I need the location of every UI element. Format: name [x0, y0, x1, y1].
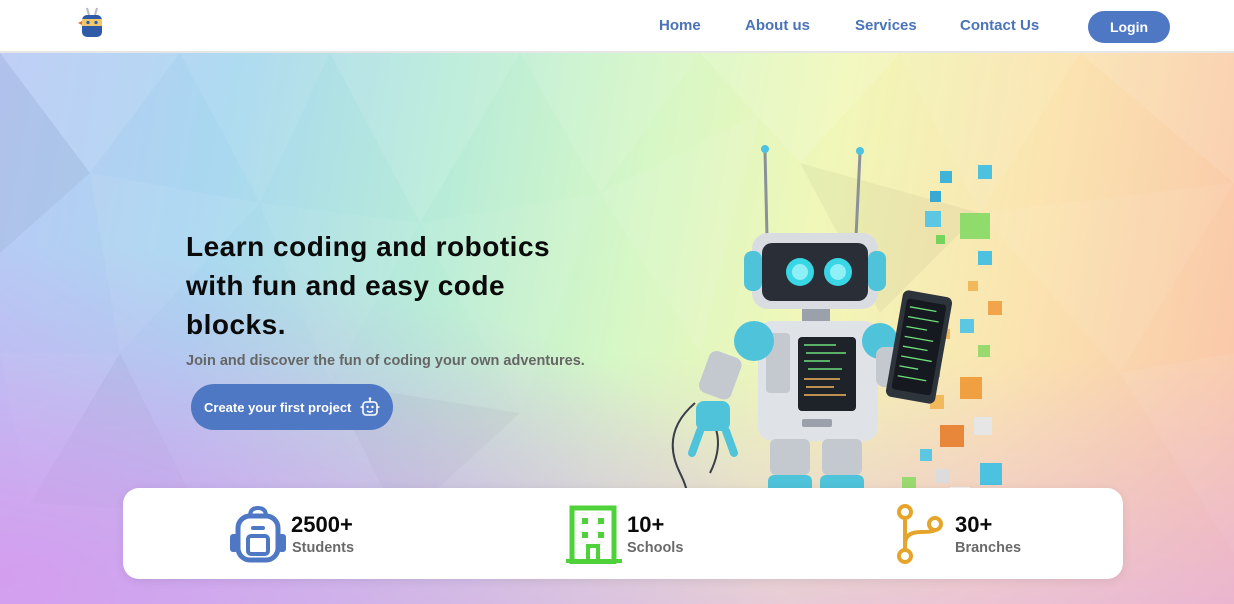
login-button[interactable]: Login — [1088, 11, 1170, 43]
nav-contact-link[interactable]: Contact Us — [960, 17, 1039, 34]
robot-illustration — [669, 145, 1002, 541]
building-icon — [566, 505, 622, 564]
robot-icon — [360, 397, 380, 416]
hero-subtitle: Join and discover the fun of coding your… — [186, 353, 585, 369]
backpack-icon — [230, 505, 286, 563]
nav-home-link[interactable]: Home — [659, 17, 701, 34]
stat-schools-value: 10+ — [627, 512, 665, 537]
branch-icon — [897, 504, 943, 564]
stat-students-value: 2500+ — [291, 512, 353, 537]
navbar: Home About us Services Contact Us Login — [0, 0, 1234, 53]
stat-branches-value: 30+ — [955, 512, 993, 537]
stat-students: 2500+ Students — [228, 504, 388, 564]
main-nav: Home About us Services Contact Us — [0, 0, 1234, 53]
stat-branches: 30+ Branches — [895, 504, 1075, 564]
hero-title: Learn coding and robotics with fun and e… — [186, 231, 551, 340]
stat-schools-label: Schools — [627, 540, 684, 556]
stat-schools: 10+ Schools — [566, 504, 726, 564]
create-project-label: Create your first project — [204, 399, 352, 415]
nav-services-link[interactable]: Services — [855, 17, 917, 34]
stat-students-label: Students — [292, 540, 355, 556]
stat-branches-label: Branches — [955, 540, 1022, 556]
stats-card: 2500+ Students 10+ Schools 30+ Branches — [123, 488, 1123, 579]
create-project-button[interactable]: Create your first project — [191, 384, 393, 430]
nav-about-link[interactable]: About us — [745, 17, 810, 34]
